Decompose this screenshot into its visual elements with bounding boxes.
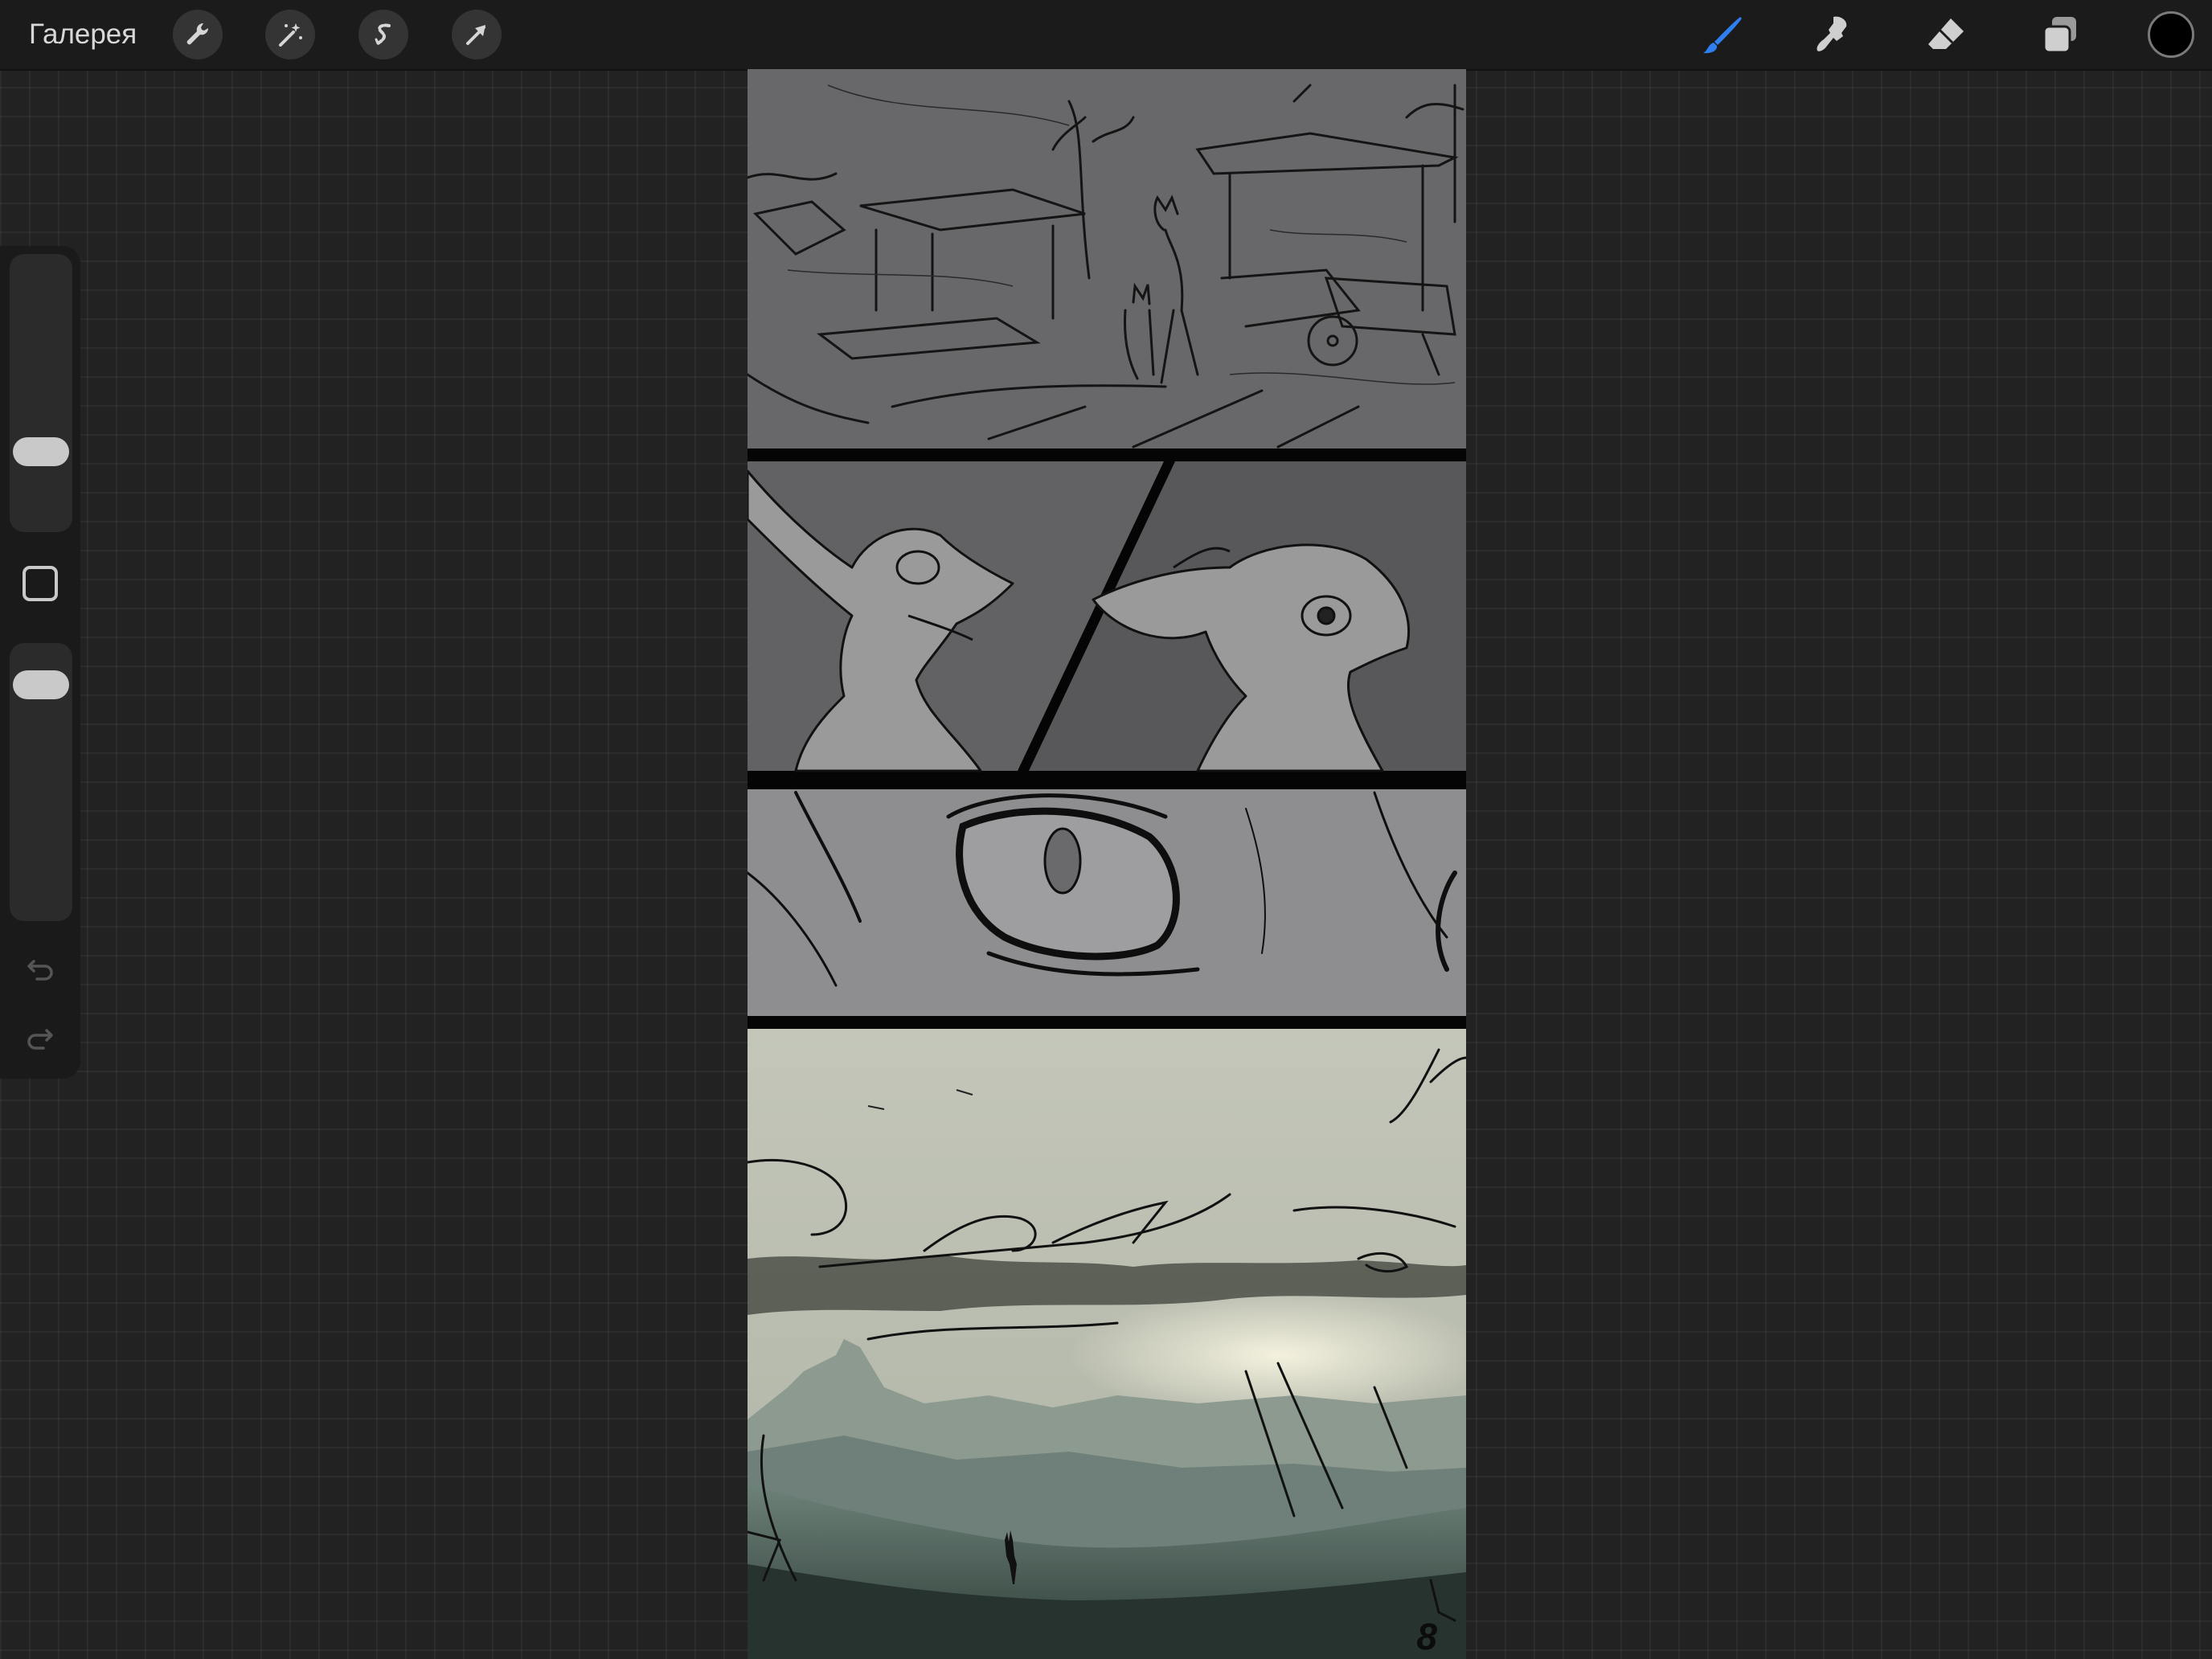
transform-arrow-icon [466,25,485,45]
panel-two-rabbits [748,461,1466,772]
panel-village-street [748,69,1466,449]
eraser-icon [1928,18,1964,49]
brush-size-slider[interactable] [10,254,72,532]
brush-tool-button[interactable] [1698,10,1747,59]
selection-icon [375,23,391,45]
panel-eye-closeup [748,789,1466,1016]
modify-button[interactable] [23,566,58,601]
procreate-app: Галерея 8 [0,0,2212,1659]
page-number: 8 [1416,1616,1437,1657]
redo-button[interactable] [21,1018,59,1056]
brush-size-thumb[interactable] [13,437,69,466]
transform-button[interactable] [452,10,502,59]
adjustments-button[interactable] [265,10,315,59]
magic-wand-icon [279,23,302,47]
eraser-tool-button[interactable] [1921,10,1971,59]
selection-button[interactable] [358,10,408,59]
actions-button[interactable] [173,10,223,59]
top-toolbar: Галерея [0,0,2212,71]
wrench-icon [186,23,209,45]
opacity-slider[interactable] [10,643,72,921]
panel-mountain-landscape: 8 [748,1029,1466,1659]
smudge-tool-button[interactable] [1809,10,1858,59]
opacity-thumb[interactable] [13,670,69,699]
artwork-canvas[interactable]: 8 [748,69,1466,1659]
comic-page-artwork: 8 [748,69,1466,1659]
smudge-icon [1817,16,1847,51]
layers-icon [2042,17,2076,54]
undo-button[interactable] [21,948,59,987]
gallery-button[interactable]: Галерея [29,16,137,53]
layers-button[interactable] [2035,10,2085,59]
redo-icon [27,1029,53,1050]
color-picker-button[interactable] [2148,11,2194,58]
left-sidebar [0,246,80,1079]
undo-icon [27,960,53,981]
brush-icon [1703,17,1742,54]
